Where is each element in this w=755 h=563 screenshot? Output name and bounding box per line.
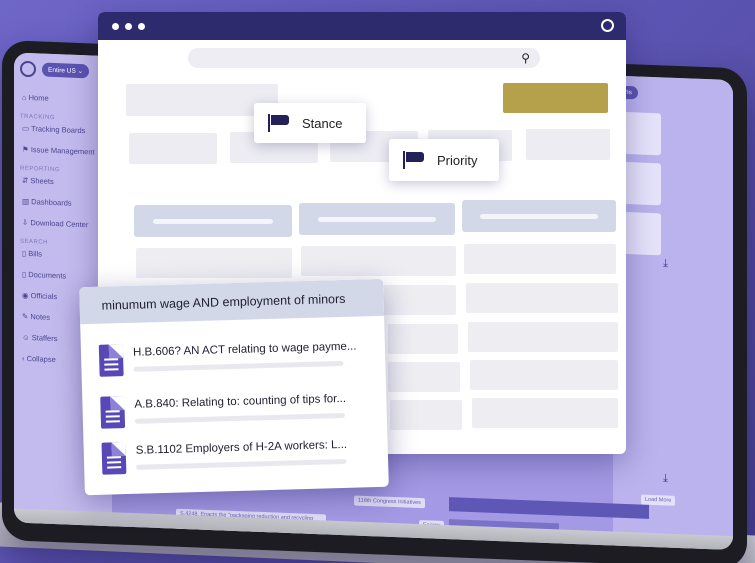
window-control[interactable] (138, 23, 145, 30)
scope-selector[interactable]: Entire US ⌄ (42, 62, 90, 79)
table-cell (301, 246, 456, 276)
sidebar-item-issue-management[interactable]: ⚑ Issue Management (22, 145, 106, 157)
stance-flag-card[interactable]: Stance (254, 103, 366, 143)
table-header-cell (134, 205, 292, 237)
document-icon (100, 396, 126, 429)
result-snippet (134, 412, 345, 424)
table-cell (472, 398, 618, 428)
document-icon (98, 344, 124, 377)
download-icon[interactable]: ⤓ (663, 472, 668, 485)
result-title: S.B.1102 Employers of H-2A workers: L... (135, 438, 348, 457)
result-title: A.B.840: Relating to: counting of tips f… (134, 392, 347, 411)
flag-icon (268, 114, 290, 132)
list-item[interactable]: H.B.606? AN ACT relating to wage payme..… (98, 338, 357, 377)
document-icon (101, 442, 127, 475)
stance-label: Stance (302, 115, 343, 131)
sidebar-item-home[interactable]: ⌂ Home (22, 93, 106, 105)
priority-flag-card[interactable]: Priority (389, 139, 499, 181)
placeholder-block (526, 129, 610, 160)
list-item[interactable]: A.B.840: Relating to: counting of tips f… (100, 390, 346, 429)
table-cell (136, 248, 292, 278)
sidebar-item-download-center[interactable]: ⇩ Download Center (22, 218, 106, 230)
sidebar-item-sheets[interactable]: ⇵ Sheets (22, 176, 106, 188)
table-header-cell (462, 200, 616, 232)
download-icon[interactable]: ⤓ (663, 257, 668, 270)
list-item[interactable]: S.B.1102 Employers of H-2A workers: L... (101, 436, 348, 475)
window-titlebar (98, 12, 626, 40)
right-card (621, 161, 661, 206)
result-snippet (133, 360, 344, 372)
window-control[interactable] (112, 23, 119, 30)
table-cell (468, 322, 618, 352)
search-icon[interactable]: ⚲ (521, 51, 530, 65)
sidebar-item-documents[interactable]: ▯ Documents (22, 270, 106, 282)
search-input[interactable]: ⚲ (188, 48, 540, 68)
window-control[interactable] (125, 23, 132, 30)
table-cell (470, 360, 618, 390)
result-title: H.B.606? AN ACT relating to wage payme..… (132, 340, 357, 359)
result-snippet (136, 458, 347, 470)
priority-label: Priority (437, 152, 478, 168)
search-results-popup: minumum wage AND employment of minors H.… (79, 278, 389, 496)
right-card (621, 111, 661, 156)
logo-icon (601, 19, 614, 32)
sidebar-item-tracking-boards[interactable]: ▭ Tracking Boards (22, 124, 106, 136)
flag-icon (403, 151, 425, 169)
placeholder-block (129, 133, 217, 164)
table-cell (388, 362, 460, 392)
logo-icon (20, 60, 36, 78)
search-query: minumum wage AND employment of minors (79, 278, 385, 325)
sidebar-item-dashboards[interactable]: ▥ Dashboards (22, 197, 106, 209)
sidebar-item-bills[interactable]: ▯ Bills (22, 249, 106, 261)
primary-action-button[interactable] (503, 83, 608, 113)
sidebar-section-tracking: TRACKING (20, 113, 56, 122)
table-cell (388, 324, 458, 354)
table-header-cell (299, 203, 455, 235)
table-cell (390, 400, 462, 430)
table-cell (464, 244, 616, 274)
right-pane: ns ⤓ ⤓ Load More (613, 75, 733, 551)
table-cell (466, 283, 618, 313)
sidebar-section-search: SEARCH (20, 238, 49, 246)
right-card (621, 211, 661, 256)
sidebar-section-reporting: REPORTING (20, 165, 61, 174)
